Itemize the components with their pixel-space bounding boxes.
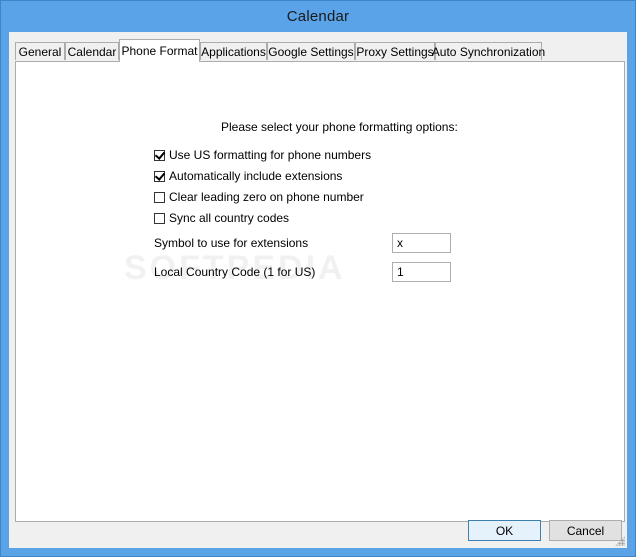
tab-applications[interactable]: Applications: [200, 42, 267, 60]
tab-calendar[interactable]: Calendar: [65, 42, 119, 60]
us-formatting-label: Use US formatting for phone numbers: [169, 148, 372, 162]
option-us-formatting[interactable]: Use US formatting for phone numbers: [154, 148, 371, 162]
include-extensions-checkbox[interactable]: [154, 170, 165, 182]
clear-leading-zero-checkbox[interactable]: [154, 191, 165, 203]
extension-symbol-label: Symbol to use for extensions: [154, 236, 309, 250]
window-title: Calendar: [286, 8, 350, 25]
ok-button[interactable]: OK: [468, 520, 541, 541]
country-code-label: Local Country Code (1 for US): [154, 265, 316, 279]
tab-proxy-settings[interactable]: Proxy Settings: [355, 42, 435, 60]
country-code-input[interactable]: [392, 262, 451, 282]
cancel-button[interactable]: Cancel: [549, 520, 622, 541]
tab-auto-synchronization[interactable]: Auto Synchronization: [432, 42, 545, 60]
option-include-extensions[interactable]: Automatically include extensions: [154, 169, 342, 183]
option-clear-leading-zero[interactable]: Clear leading zero on phone number: [154, 190, 364, 204]
dialog-client-area: General Calendar Phone Format Applicatio…: [9, 32, 627, 548]
tab-google-settings[interactable]: Google Settings: [267, 42, 355, 60]
sync-country-codes-checkbox[interactable]: [154, 212, 165, 224]
tab-phone-format[interactable]: Phone Format: [119, 39, 200, 62]
phone-format-prompt: Please select your phone formatting opti…: [221, 120, 458, 134]
clear-leading-zero-label: Clear leading zero on phone number: [169, 190, 364, 204]
option-sync-country-codes[interactable]: Sync all country codes: [154, 211, 289, 225]
include-extensions-label: Automatically include extensions: [169, 169, 343, 183]
us-formatting-checkbox[interactable]: [154, 149, 165, 161]
extension-symbol-input[interactable]: [392, 233, 451, 253]
tab-general[interactable]: General: [15, 42, 65, 60]
phone-format-panel: SOFTPEDIA Please select your phone forma…: [15, 61, 625, 522]
title-bar[interactable]: Calendar: [1, 1, 635, 32]
sync-country-codes-label: Sync all country codes: [169, 211, 290, 225]
calendar-dialog-window: Calendar General Calendar Phone Format A…: [0, 0, 636, 557]
